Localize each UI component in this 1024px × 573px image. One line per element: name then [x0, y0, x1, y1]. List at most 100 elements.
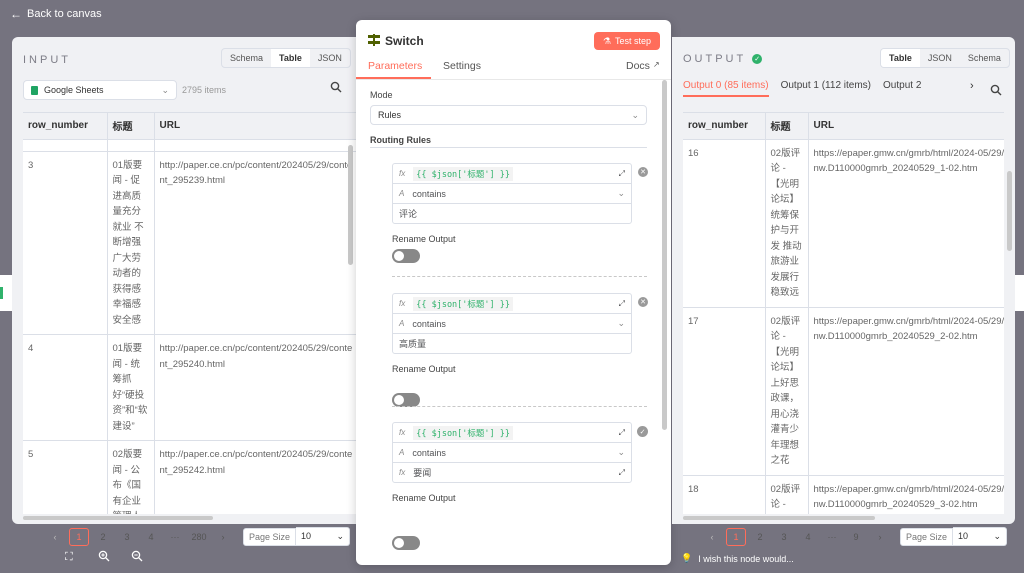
rule-value-input[interactable]: 高质量 [393, 334, 631, 353]
output-branch-tab[interactable]: Output 0 (85 items) [683, 80, 769, 97]
cell-row-number: 3 [23, 151, 108, 335]
expand-icon[interactable]: ⤢ [619, 169, 625, 179]
rename-output-toggle[interactable] [392, 249, 420, 263]
back-to-canvas-link[interactable]: ← Back to canvas [10, 7, 102, 21]
column-header[interactable]: row_number [23, 113, 108, 140]
expand-icon[interactable]: ⤢ [619, 299, 625, 309]
fit-view-icon[interactable]: ⛶ [65, 551, 73, 564]
tab-json[interactable]: JSON [920, 49, 960, 67]
routing-rule-1: fx {{ $json['标题'] }} ⤢ Acontains ⌄ 评论 [392, 163, 632, 224]
back-label: Back to canvas [27, 8, 102, 20]
rename-output-toggle[interactable] [392, 393, 420, 407]
page-size-select[interactable]: Page Size 10 ⌄ [900, 527, 1008, 546]
column-header[interactable]: 标题 [765, 113, 809, 140]
next-page-icon[interactable]: › [213, 528, 233, 546]
switch-node-icon [368, 34, 380, 49]
check-circle-icon[interactable]: ✓ [637, 426, 648, 437]
cell-row-number: 18 [683, 475, 766, 514]
docs-link[interactable]: Docs ↗ [626, 60, 660, 72]
page-button[interactable]: 9 [846, 528, 866, 546]
expand-icon[interactable]: ⤢ [619, 428, 625, 438]
page-button[interactable]: 2 [93, 528, 113, 546]
vertical-scrollbar[interactable] [1007, 171, 1012, 251]
zoom-out-icon[interactable] [131, 550, 143, 565]
page-button[interactable]: 280 [189, 528, 209, 546]
column-header[interactable]: row_number [683, 113, 766, 140]
remove-rule-icon[interactable]: ✕ [638, 167, 648, 177]
mode-label: Mode [370, 90, 393, 100]
rule-value-input[interactable]: 评论 [393, 204, 631, 223]
chevron-down-icon: ⌄ [161, 84, 169, 95]
page-button[interactable]: 2 [750, 528, 770, 546]
cell-row-number: 5 [23, 440, 108, 514]
output-title-group: OUTPUT ✓ [683, 53, 763, 65]
page-button[interactable]: 3 [774, 528, 794, 546]
next-page-icon[interactable]: › [870, 528, 890, 546]
cell-url: http://paper.ce.cn/pc/content/202405/29/… [154, 151, 356, 335]
rule-operator-select[interactable]: Acontains ⌄ [393, 314, 631, 334]
test-step-button[interactable]: ⚗ Test step [594, 32, 660, 50]
tab-schema[interactable]: Schema [222, 49, 271, 67]
rule-expression-row[interactable]: fx {{ $json['标题'] }} ⤢ [393, 164, 631, 184]
zoom-in-icon[interactable] [98, 550, 110, 565]
google-sheets-icon [31, 85, 38, 95]
search-icon[interactable] [330, 81, 342, 96]
prev-page-icon[interactable]: ‹ [45, 528, 65, 546]
text-type-icon: A [399, 448, 405, 457]
vertical-scrollbar[interactable] [662, 80, 667, 430]
input-source-value: Google Sheets [44, 85, 104, 95]
cell-url: https://epaper.gmw.cn/gmrb/html/2024-05/… [808, 139, 1004, 308]
column-header[interactable]: URL [154, 113, 356, 140]
output-branch-tab[interactable]: Output 1 (112 items) [781, 80, 871, 97]
rule-expression: {{ $json['标题'] }} [413, 166, 513, 181]
page-button[interactable]: 4 [141, 528, 161, 546]
rule-expression: {{ $json['标题'] }} [413, 425, 513, 440]
lightbulb-icon: 💡 [681, 553, 693, 563]
rule-operator-select[interactable]: Acontains ⌄ [393, 184, 631, 204]
input-view-tabs: Schema Table JSON [221, 48, 351, 68]
output-branch-tab[interactable]: Output 2 [883, 80, 921, 97]
page-button[interactable]: 1 [69, 527, 89, 546]
success-indicator [0, 287, 3, 299]
chevron-down-icon: ⌄ [617, 318, 625, 328]
rule-operator: contains [412, 188, 446, 199]
cell-title: 01版要闻 - 统筹抓好“硬投资”和“软建设” [107, 334, 155, 441]
rule-expression-row[interactable]: fx {{ $json['标题'] }} ⤢ [393, 423, 631, 443]
page-button[interactable]: 4 [798, 528, 818, 546]
rename-output-toggle[interactable] [392, 536, 420, 550]
external-link-icon: ↗ [652, 60, 660, 69]
chevron-right-icon[interactable]: › [970, 80, 974, 92]
page-ellipsis: ··· [170, 531, 180, 542]
page-size-select[interactable]: Page Size 10 ⌄ [243, 527, 351, 546]
horizontal-scrollbar[interactable] [683, 516, 875, 520]
page-button[interactable]: 3 [117, 528, 137, 546]
feedback-link[interactable]: 💡 I wish this node would... [681, 553, 794, 564]
search-icon[interactable] [990, 84, 1002, 99]
input-source-select[interactable]: Google Sheets ⌄ [23, 80, 177, 100]
column-header[interactable]: 标题 [107, 113, 155, 140]
tab-settings[interactable]: Settings [443, 60, 481, 72]
mode-select[interactable]: Rules ⌄ [370, 105, 647, 125]
rule-value-input[interactable]: fx 要闻 ⤢ [393, 463, 631, 482]
output-branch-tabs: Output 0 (85 items) Output 1 (112 items)… [683, 80, 965, 97]
tab-table[interactable]: Table [881, 49, 920, 67]
expand-icon[interactable]: ⤢ [619, 468, 625, 478]
rule-expression-row[interactable]: fx {{ $json['标题'] }} ⤢ [393, 294, 631, 314]
column-header[interactable]: URL [808, 113, 1004, 140]
tab-parameters[interactable]: Parameters [368, 60, 422, 72]
prev-page-icon[interactable]: ‹ [702, 528, 722, 546]
input-table: row_number 标题 URL 3 01版要闻 - 促进高质量充分就业 不断… [23, 112, 356, 514]
tab-schema[interactable]: Schema [960, 49, 1009, 67]
remove-rule-icon[interactable]: ✕ [638, 297, 648, 307]
tab-table[interactable]: Table [271, 49, 310, 67]
tab-json[interactable]: JSON [310, 49, 350, 67]
rule-operator-select[interactable]: Acontains ⌄ [393, 443, 631, 463]
input-pagination: ‹ 1 2 3 4 ··· 280 › Page Size 10 ⌄ [45, 527, 351, 546]
canvas-node-edge [1015, 275, 1024, 311]
page-button[interactable]: 1 [726, 527, 746, 546]
cell-title: 02版评论 - 【光明时评】 [765, 475, 809, 514]
vertical-scrollbar[interactable] [348, 145, 353, 265]
rule-value: 高质量 [399, 339, 427, 349]
horizontal-scrollbar[interactable] [23, 516, 213, 520]
rule-value: 评论 [399, 209, 418, 219]
